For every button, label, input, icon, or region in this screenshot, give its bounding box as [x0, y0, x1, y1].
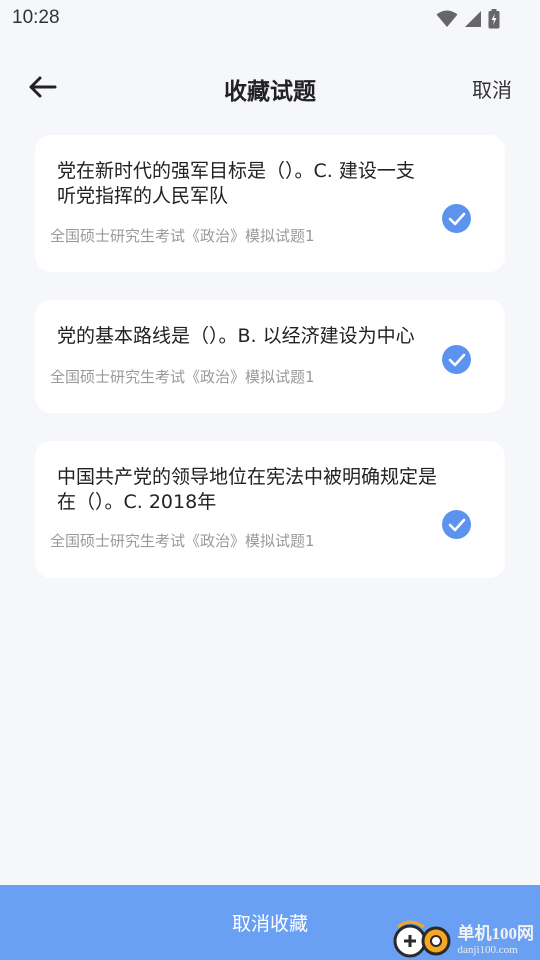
check-icon	[448, 518, 465, 531]
check-icon	[448, 353, 465, 366]
checkbox-checked[interactable]	[442, 204, 471, 233]
status-time: 10:28	[12, 7, 60, 28]
question-card[interactable]: 党在新时代的强军目标是（）。C. 建设一支 听党指挥的人民军队 全国硕士研究生考…	[35, 135, 505, 272]
app-header: 收藏试题 取消	[0, 60, 540, 116]
question-text: 党的基本路线是（）。B. 以经济建设为中心	[57, 325, 415, 347]
watermark-en: danji100.com	[457, 944, 518, 956]
signal-icon	[465, 11, 481, 27]
status-bar: 10:28	[0, 0, 540, 40]
watermark: 单机100网 danji100.com	[390, 915, 535, 960]
question-text: 中国共产党的领导地位在宪法中被明确规定是 在（）。C. 2018年	[57, 466, 438, 513]
battery-icon	[488, 9, 500, 29]
checkbox-checked[interactable]	[442, 510, 471, 539]
question-source: 全国硕士研究生考试《政治》模拟试题1	[50, 532, 315, 550]
question-source: 全国硕士研究生考试《政治》模拟试题1	[50, 227, 315, 245]
question-source: 全国硕士研究生考试《政治》模拟试题1	[50, 368, 315, 386]
watermark-logo-icon	[393, 920, 450, 957]
page-title: 收藏试题	[224, 79, 316, 105]
question-card[interactable]: 党的基本路线是（）。B. 以经济建设为中心 全国硕士研究生考试《政治》模拟试题1	[35, 300, 505, 413]
watermark-cn: 单机100网	[457, 924, 535, 943]
question-text: 党在新时代的强军目标是（）。C. 建设一支 听党指挥的人民军队	[57, 160, 415, 207]
unfavorite-label: 取消收藏	[231, 913, 308, 935]
cancel-button[interactable]: 取消	[472, 74, 512, 103]
wifi-icon	[436, 10, 458, 27]
status-icons	[436, 9, 500, 29]
watermark-text: 单机100网 danji100.com	[458, 919, 535, 956]
question-card[interactable]: 中国共产党的领导地位在宪法中被明确规定是 在（）。C. 2018年 全国硕士研究…	[35, 441, 505, 578]
checkbox-checked[interactable]	[442, 345, 471, 374]
check-icon	[448, 212, 465, 225]
